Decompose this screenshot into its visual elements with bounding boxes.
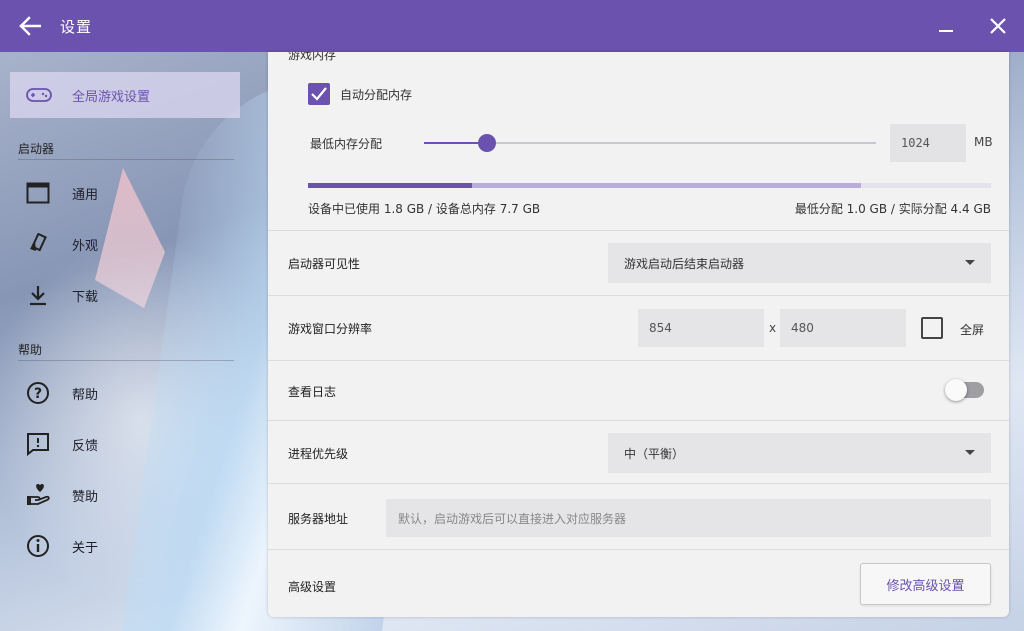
minimize-button[interactable] <box>920 0 972 52</box>
memory-slider[interactable] <box>424 133 876 153</box>
memory-unit: MB <box>974 135 993 149</box>
window-title: 设置 <box>60 17 93 36</box>
visibility-row: 启动器可见性 游戏启动后结束启动器 <box>268 230 1009 295</box>
sidebar-item-feedback[interactable]: 反馈 <box>18 424 234 464</box>
visibility-value: 游戏启动后结束启动器 <box>624 256 745 271</box>
auto-memory-row: 自动分配内存 <box>308 83 412 105</box>
visibility-select[interactable]: 游戏启动后结束启动器 <box>608 243 991 283</box>
minimize-icon <box>939 30 953 32</box>
close-icon <box>990 18 1006 34</box>
sidebar-item-download[interactable]: 下载 <box>18 275 234 315</box>
modify-advanced-settings-button[interactable]: 修改高级设置 <box>860 563 991 605</box>
svg-text:?: ? <box>34 386 42 402</box>
memory-usage-bar <box>308 183 991 188</box>
server-label: 服务器地址 <box>288 512 349 526</box>
sidebar-item-donate[interactable]: 赞助 <box>18 475 234 515</box>
info-icon <box>27 535 49 557</box>
priority-row: 进程优先级 中（平衡） <box>268 420 1009 483</box>
memory-used-bar <box>308 183 472 188</box>
window-icon <box>26 182 50 204</box>
memory-value-input[interactable]: 1024 <box>890 124 966 162</box>
advanced-label: 高级设置 <box>288 580 337 594</box>
sidebar-item-about[interactable]: 关于 <box>18 526 234 566</box>
resolution-separator: x <box>769 321 777 335</box>
feedback-icon <box>27 433 49 456</box>
sidebar-item-general[interactable]: 通用 <box>18 173 234 213</box>
priority-label: 进程优先级 <box>288 447 349 461</box>
resolution-width-input[interactable]: 854 <box>638 309 764 347</box>
min-memory-row: 最低内存分配 1024 MB <box>310 124 993 162</box>
sidebar-item-help[interactable]: ? 帮助 <box>18 373 234 413</box>
close-button[interactable] <box>972 0 1024 52</box>
toggle-knob <box>945 379 967 401</box>
title-bar: 设置 <box>0 0 1024 52</box>
slider-thumb[interactable] <box>478 134 497 152</box>
server-address-input[interactable]: 默认，启动游戏后可以直接进入对应服务器 <box>386 499 991 537</box>
fullscreen-checkbox[interactable] <box>921 317 943 339</box>
resolution-label: 游戏窗口分辨率 <box>288 322 373 336</box>
back-button[interactable] <box>0 0 60 52</box>
chevron-down-icon <box>965 450 975 455</box>
settings-panel: 游戏内存 自动分配内存 最低内存分配 1024 MB 设备中已使用 1.8 GB… <box>268 52 1009 617</box>
resolution-height-input[interactable]: 480 <box>780 309 906 347</box>
help-icon: ? <box>27 382 49 404</box>
auto-memory-label: 自动分配内存 <box>340 87 413 102</box>
log-toggle[interactable] <box>945 379 984 401</box>
sidebar-section-launcher: 启动器 <box>18 140 234 160</box>
memory-section-label: 游戏内存 <box>288 52 337 62</box>
visibility-label: 启动器可见性 <box>288 257 361 271</box>
sidebar-item-label: 赞助 <box>72 489 99 505</box>
server-row: 服务器地址 默认，启动游戏后可以直接进入对应服务器 <box>268 483 1009 549</box>
log-label: 查看日志 <box>288 385 337 399</box>
sidebar-item-label: 通用 <box>72 187 99 203</box>
palette-icon <box>30 233 47 252</box>
priority-select[interactable]: 中（平衡） <box>608 433 991 473</box>
log-row: 查看日志 <box>268 360 1009 420</box>
advanced-row: 高级设置 修改高级设置 <box>268 549 1009 617</box>
resolution-row: 游戏窗口分辨率 854 x 480 全屏 <box>268 295 1009 360</box>
donate-icon <box>27 483 50 505</box>
memory-section: 游戏内存 自动分配内存 最低内存分配 1024 MB 设备中已使用 1.8 GB… <box>268 52 1009 230</box>
sidebar-active-label: 全局游戏设置 <box>72 89 151 105</box>
chevron-down-icon <box>965 260 975 265</box>
sidebar-item-label: 外观 <box>72 238 99 254</box>
memory-info-device: 设备中已使用 1.8 GB / 设备总内存 7.7 GB <box>308 202 541 216</box>
gamepad-icon <box>26 88 52 102</box>
sidebar-item-label: 反馈 <box>72 438 99 454</box>
sidebar-item-label: 下载 <box>72 289 99 305</box>
sidebar: 全局游戏设置 启动器 通用 外观 下载 帮助 ? 帮助 反馈 赞助 关于 <box>0 52 268 631</box>
arrow-left-icon <box>19 16 41 36</box>
sidebar-item-appearance[interactable]: 外观 <box>18 224 234 264</box>
fullscreen-label: 全屏 <box>960 323 985 337</box>
sidebar-item-label: 帮助 <box>72 387 99 403</box>
sidebar-item-global-game-settings[interactable]: 全局游戏设置 <box>10 72 240 118</box>
download-icon <box>30 286 46 306</box>
memory-info-allocation: 最低分配 1.0 GB / 实际分配 4.4 GB <box>794 202 991 216</box>
check-icon <box>311 87 327 101</box>
sidebar-item-label: 关于 <box>72 540 99 556</box>
priority-value: 中（平衡） <box>624 446 685 461</box>
sidebar-section-help: 帮助 <box>18 341 234 361</box>
auto-memory-checkbox[interactable] <box>308 83 330 105</box>
min-memory-label: 最低内存分配 <box>310 136 383 151</box>
